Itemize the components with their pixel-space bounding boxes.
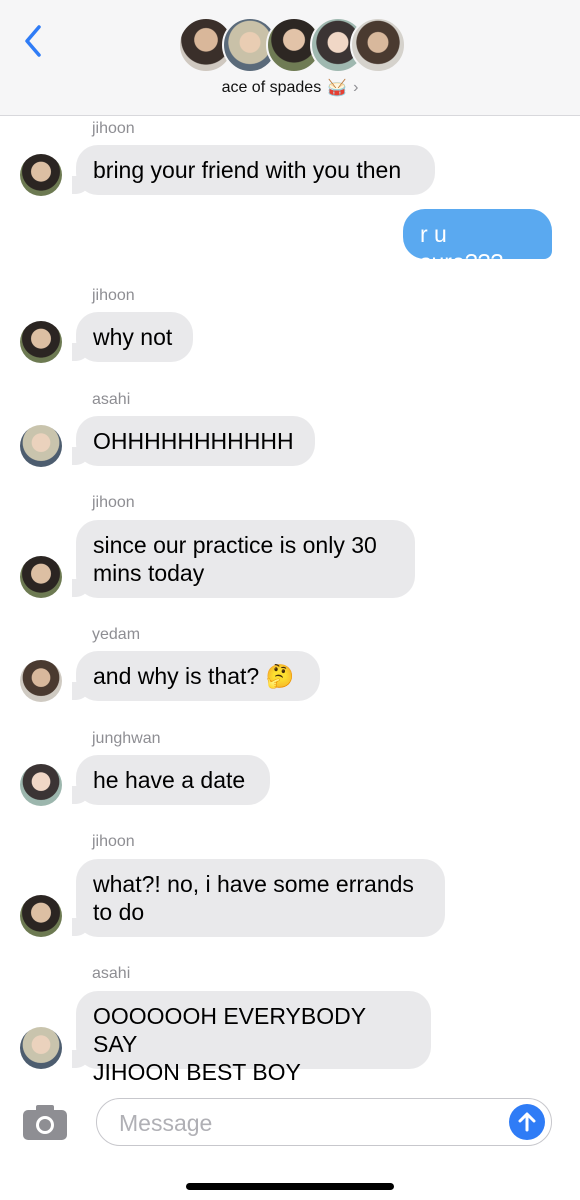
message-bubble: bring your friend with you then bbox=[76, 145, 435, 195]
message-bubble: why not bbox=[76, 312, 193, 362]
message-text-line: OOOOOOH EVERYBODY SAY bbox=[93, 1003, 366, 1057]
camera-icon bbox=[23, 1105, 67, 1140]
message-bubble: and why is that? 🤔 bbox=[76, 651, 320, 701]
message-bubble: since our practice is only 30 mins today bbox=[76, 520, 415, 598]
message-field[interactable] bbox=[96, 1098, 552, 1146]
avatar bbox=[20, 895, 62, 937]
sender-name: junghwan bbox=[92, 730, 161, 747]
message-bubble-outgoing: r u sure??? bbox=[403, 209, 552, 275]
group-name-label: ace of spades bbox=[221, 79, 322, 96]
message-text-line: what?! no, i have some errands bbox=[93, 871, 414, 897]
group-avatar-icon bbox=[350, 17, 406, 73]
message-bubble: what?! no, i have some errands to do bbox=[76, 859, 445, 937]
message-text-line: to do bbox=[93, 899, 145, 925]
back-chevron-icon bbox=[25, 25, 41, 57]
chevron-right-icon: › bbox=[353, 79, 359, 96]
drum-emoji: 🥁 bbox=[327, 80, 348, 97]
group-avatars[interactable] bbox=[178, 17, 408, 75]
avatar bbox=[20, 154, 62, 196]
avatar bbox=[20, 764, 62, 806]
camera-button[interactable] bbox=[22, 1102, 68, 1142]
avatar bbox=[20, 425, 62, 467]
back-button[interactable] bbox=[18, 22, 48, 60]
message-bubble: OOOOOOH EVERYBODY SAY JIHOON BEST BOY bbox=[76, 991, 431, 1085]
sender-name: jihoon bbox=[92, 287, 135, 304]
avatar bbox=[20, 321, 62, 363]
sender-name: jihoon bbox=[92, 120, 135, 137]
message-bubble: he have a date bbox=[76, 755, 270, 805]
home-indicator bbox=[186, 1183, 394, 1190]
compose-bar bbox=[0, 1090, 580, 1160]
message-text: why not bbox=[93, 324, 173, 350]
message-text: r u sure??? bbox=[420, 221, 504, 275]
message-text: he have a date bbox=[93, 767, 246, 793]
message-text: and why is that? 🤔 bbox=[93, 663, 295, 689]
arrow-up-icon bbox=[518, 1112, 536, 1132]
group-name[interactable]: ace of spades 🥁 › bbox=[0, 78, 580, 98]
avatar bbox=[20, 660, 62, 702]
message-text: bring your friend with you then bbox=[93, 157, 402, 183]
message-bubble: OHHHHHHHHHHH bbox=[76, 416, 315, 466]
sender-name: jihoon bbox=[92, 494, 135, 511]
message-input[interactable] bbox=[117, 1109, 501, 1138]
sender-name: asahi bbox=[92, 391, 131, 408]
avatar bbox=[20, 556, 62, 598]
message-text-line: JIHOON BEST BOY bbox=[93, 1059, 301, 1085]
avatar bbox=[20, 1027, 62, 1069]
send-button[interactable] bbox=[509, 1104, 545, 1140]
conversation-header: ace of spades 🥁 › bbox=[0, 0, 580, 116]
message-text: OHHHHHHHHHHH bbox=[93, 428, 294, 454]
message-text-line: mins today bbox=[93, 560, 205, 586]
sender-name: asahi bbox=[92, 965, 131, 982]
sender-name: jihoon bbox=[92, 833, 135, 850]
sender-name: yedam bbox=[92, 626, 141, 643]
message-text-line: since our practice is only 30 bbox=[93, 532, 377, 558]
